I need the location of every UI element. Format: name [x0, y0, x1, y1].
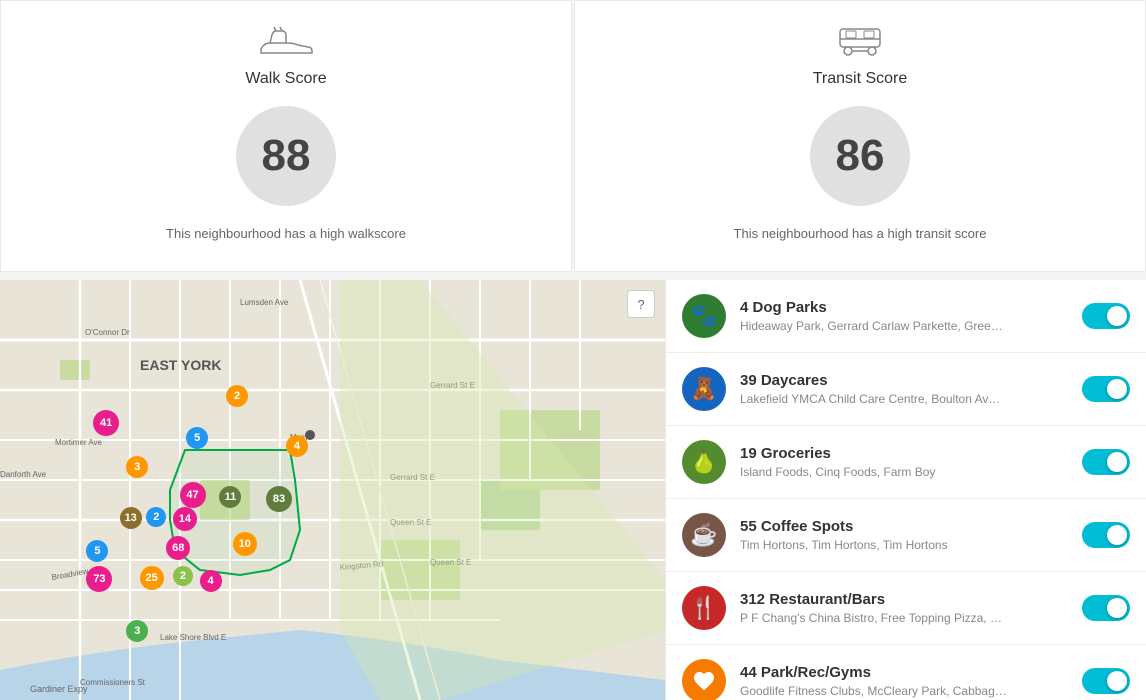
- restaurants-subtitle: P F Chang's China Bistro, Free Topping P…: [740, 611, 1082, 625]
- restaurants-icon: 🍴: [682, 586, 726, 630]
- map-pin-73[interactable]: 73: [86, 566, 112, 592]
- dog-parks-title: 4 Dog Parks: [740, 299, 1082, 316]
- map-pin-41[interactable]: 41: [93, 410, 119, 436]
- coffee-toggle[interactable]: [1082, 522, 1130, 548]
- dog-parks-icon: 🐾: [682, 294, 726, 338]
- map-pin-3b[interactable]: 3: [126, 620, 148, 642]
- map-help-button[interactable]: ?: [627, 290, 655, 318]
- amenity-row-groceries: 🍐 19 Groceries Island Foods, Cinq Foods,…: [666, 426, 1146, 499]
- amenity-row-dog-parks: 🐾 4 Dog Parks Hideaway Park, Gerrard Car…: [666, 280, 1146, 353]
- dog-parks-subtitle: Hideaway Park, Gerrard Carlaw Parkette, …: [740, 319, 1082, 333]
- bottom-section: O'Connor Dr Lumsden Ave Gerrard St E Ger…: [0, 280, 1146, 700]
- map-pin-2b[interactable]: 2: [146, 507, 166, 527]
- map-pin-2a[interactable]: 2: [226, 385, 248, 407]
- map-pin-25[interactable]: 25: [140, 566, 164, 590]
- coffee-subtitle: Tim Hortons, Tim Hortons, Tim Hortons: [740, 538, 1082, 552]
- walk-score-circle: 88: [236, 106, 336, 206]
- daycares-subtitle: Lakefield YMCA Child Care Centre, Boulto…: [740, 392, 1082, 406]
- transit-score-circle: 86: [810, 106, 910, 206]
- transit-score-title: Transit Score: [813, 70, 908, 88]
- map-pin-5a[interactable]: 5: [186, 427, 208, 449]
- map-pin-68[interactable]: 68: [166, 536, 190, 560]
- score-cards-section: Walk Score 88 This neighbourhood has a h…: [0, 0, 1146, 272]
- groceries-toggle[interactable]: [1082, 449, 1130, 475]
- map-pin-13[interactable]: 13: [120, 507, 142, 529]
- daycares-icon: 🧸: [682, 367, 726, 411]
- coffee-title: 55 Coffee Spots: [740, 518, 1082, 535]
- map-pin-47[interactable]: 47: [180, 482, 206, 508]
- map-pin-4b[interactable]: 4: [200, 570, 222, 592]
- parks-subtitle: Goodlife Fitness Clubs, McCleary Park, C…: [740, 684, 1082, 698]
- walk-icon: [256, 21, 316, 62]
- map-pin-5b[interactable]: 5: [86, 540, 108, 562]
- parks-icon: [682, 659, 726, 700]
- map-pin-4a[interactable]: 4: [286, 435, 308, 457]
- amenity-row-restaurants: 🍴 312 Restaurant/Bars P F Chang's China …: [666, 572, 1146, 645]
- walk-score-title: Walk Score: [245, 70, 326, 88]
- daycares-title: 39 Daycares: [740, 372, 1082, 389]
- restaurants-toggle[interactable]: [1082, 595, 1130, 621]
- map-pin-83[interactable]: 83: [266, 486, 292, 512]
- dog-parks-toggle[interactable]: [1082, 303, 1130, 329]
- map-pin-2c[interactable]: 2: [173, 566, 193, 586]
- map-container[interactable]: O'Connor Dr Lumsden Ave Gerrard St E Ger…: [0, 280, 665, 700]
- walk-score-value: 88: [262, 131, 311, 181]
- amenity-row-daycares: 🧸 39 Daycares Lakefield YMCA Child Care …: [666, 353, 1146, 426]
- coffee-icon: ☕: [682, 513, 726, 557]
- transit-score-value: 86: [836, 131, 885, 181]
- transit-score-description: This neighbourhood has a high transit sc…: [734, 226, 987, 241]
- amenity-row-parks: 44 Park/Rec/Gyms Goodlife Fitness Clubs,…: [666, 645, 1146, 700]
- walk-score-description: This neighbourhood has a high walkscore: [166, 226, 406, 241]
- parks-toggle[interactable]: [1082, 668, 1130, 694]
- transit-score-card: Transit Score 86 This neighbourhood has …: [574, 0, 1146, 272]
- map-pin-11[interactable]: 11: [219, 486, 241, 508]
- groceries-icon: 🍐: [682, 440, 726, 484]
- map-pin-40[interactable]: 10: [233, 532, 257, 556]
- heart-pulse-icon: [692, 669, 716, 693]
- transit-icon: [830, 21, 890, 62]
- map-pin-3a[interactable]: 3: [126, 456, 148, 478]
- amenity-row-coffee: ☕ 55 Coffee Spots Tim Hortons, Tim Horto…: [666, 499, 1146, 572]
- map-pins: 41 2 4 5 3 47 83 11 13 2 14 5 73: [0, 280, 665, 700]
- restaurants-title: 312 Restaurant/Bars: [740, 591, 1082, 608]
- map-pin-14[interactable]: 14: [173, 507, 197, 531]
- parks-title: 44 Park/Rec/Gyms: [740, 664, 1082, 681]
- groceries-subtitle: Island Foods, Cinq Foods, Farm Boy: [740, 465, 1082, 479]
- daycares-toggle[interactable]: [1082, 376, 1130, 402]
- groceries-title: 19 Groceries: [740, 445, 1082, 462]
- walk-score-card: Walk Score 88 This neighbourhood has a h…: [0, 0, 572, 272]
- amenities-sidebar: 🐾 4 Dog Parks Hideaway Park, Gerrard Car…: [665, 280, 1146, 700]
